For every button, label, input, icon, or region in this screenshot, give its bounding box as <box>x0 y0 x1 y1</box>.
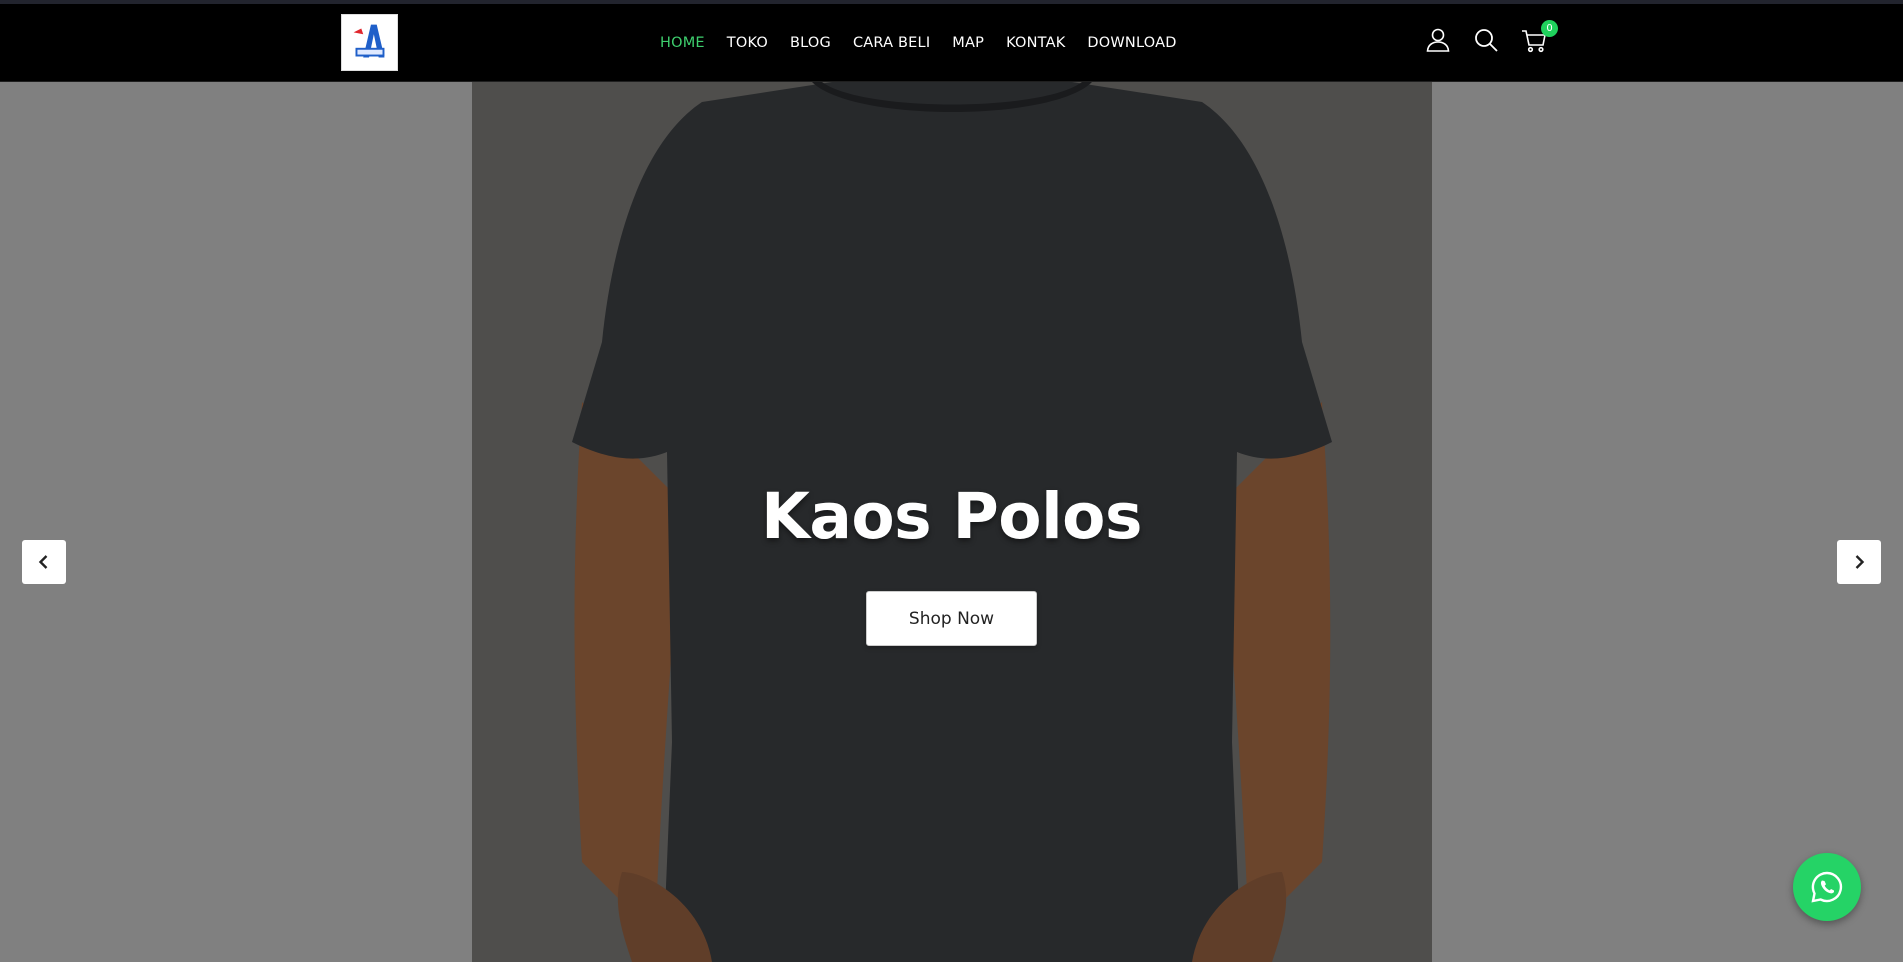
slider-prev-button[interactable] <box>22 540 66 584</box>
header-icons: 0 <box>1424 20 1558 54</box>
nav-download[interactable]: DOWNLOAD <box>1087 35 1176 51</box>
nav-kontak[interactable]: KONTAK <box>1006 35 1065 51</box>
hero-slider: Kaos Polos Shop Now <box>0 82 1903 962</box>
cart-icon[interactable]: 0 <box>1520 20 1558 54</box>
search-icon[interactable] <box>1472 26 1500 54</box>
shop-now-button[interactable]: Shop Now <box>866 591 1037 646</box>
logo-image <box>342 15 397 70</box>
user-icon[interactable] <box>1424 26 1452 54</box>
nav-map[interactable]: MAP <box>952 35 984 51</box>
nav-blog[interactable]: BLOG <box>790 35 831 51</box>
whatsapp-icon <box>1811 871 1843 903</box>
cart-count-badge: 0 <box>1541 20 1558 37</box>
nav-toko[interactable]: TOKO <box>727 35 768 51</box>
logo[interactable] <box>341 14 398 71</box>
navbar: HOME TOKO BLOG CARA BELI MAP KONTAK DOWN… <box>0 4 1903 82</box>
nav-cara-beli[interactable]: CARA BELI <box>853 35 930 51</box>
nav-home[interactable]: HOME <box>660 35 705 51</box>
main-nav: HOME TOKO BLOG CARA BELI MAP KONTAK DOWN… <box>660 4 1177 82</box>
hero-title: Kaos Polos <box>761 480 1142 553</box>
whatsapp-chat-button[interactable] <box>1793 853 1861 921</box>
chevron-left-icon <box>38 555 48 569</box>
slider-next-button[interactable] <box>1837 540 1881 584</box>
chevron-right-icon <box>1855 555 1865 569</box>
